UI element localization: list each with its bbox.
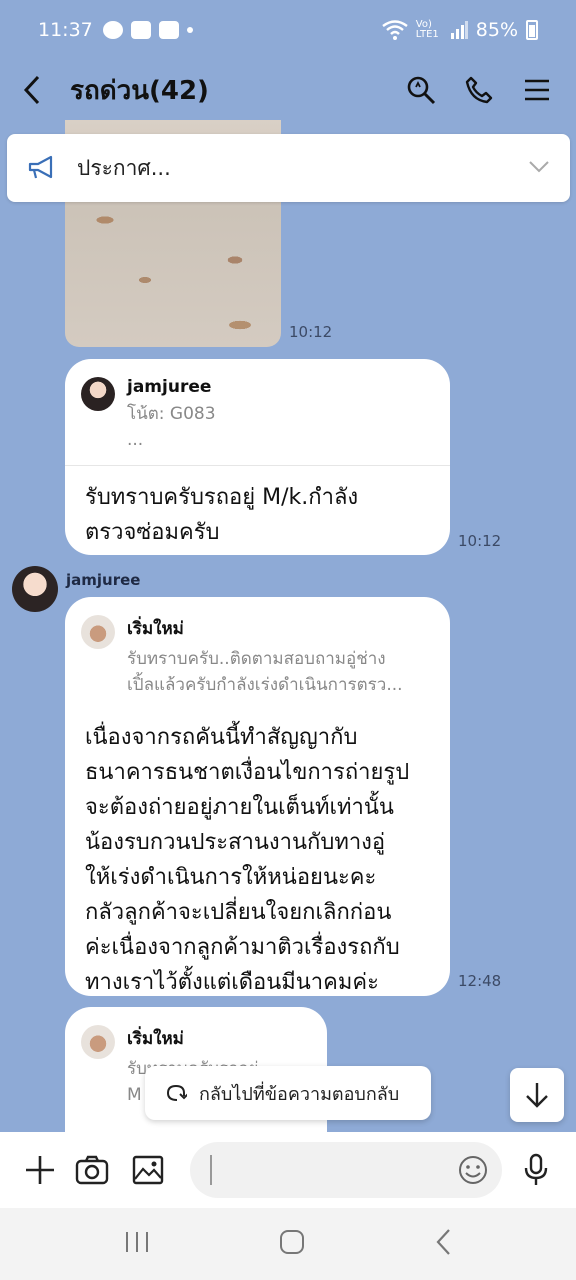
camera-icon — [75, 1155, 109, 1185]
seven-eleven-notification-icon — [158, 21, 179, 39]
microphone-icon — [524, 1153, 548, 1185]
reply-snippet: เปิ้ลแล้วครับกำลังเร่งดำเนินการตรว... — [127, 675, 403, 695]
message-time: 10:12 — [458, 532, 502, 550]
menu-button[interactable] — [520, 73, 554, 107]
home-button[interactable] — [279, 1229, 305, 1259]
message-bubble[interactable]: jamjuree โน้ต: G083 ... รับทราบครับรถอยู… — [65, 359, 450, 555]
add-button[interactable] — [20, 1150, 60, 1190]
message-input[interactable] — [210, 1155, 458, 1185]
chevron-down-icon — [529, 160, 549, 172]
avatar — [81, 1025, 115, 1059]
line-notification-icon — [102, 21, 123, 39]
network-label: Vo) LTE1 — [415, 19, 439, 40]
announcement-label: ประกาศ... — [77, 155, 171, 180]
message-text: ตรวจซ่อมครับ — [85, 520, 220, 545]
reply-snippet: ... — [127, 430, 144, 450]
sender-name: jamjuree — [66, 571, 141, 589]
recents-button[interactable] — [124, 1230, 150, 1258]
message-text: ทางเราไว้ตั้งแต่เดือนมีนาคมค่ะ — [85, 970, 379, 995]
chat-title: รถด่วน(42) — [70, 75, 209, 106]
reply-sender-name: jamjuree — [127, 377, 212, 397]
image-icon — [132, 1155, 164, 1185]
status-bar: 11:37 Vo) LTE1 85% — [0, 0, 576, 60]
search-button[interactable] — [404, 73, 438, 107]
call-button[interactable] — [462, 73, 496, 107]
plus-icon — [26, 1156, 54, 1184]
message-text: เนื่องจากรถคันนี้ทำสัญญากับ — [85, 725, 358, 750]
message-time: 10:12 — [289, 323, 333, 341]
message-text: น้องรบกวนประสานงานกับทางอู่ — [85, 830, 386, 855]
gallery-notification-icon — [130, 21, 151, 39]
camera-button[interactable] — [72, 1150, 112, 1190]
menu-icon — [525, 79, 549, 101]
battery-icon — [526, 20, 538, 40]
message-input-bar — [0, 1132, 576, 1208]
scroll-to-bottom-button[interactable] — [510, 1068, 564, 1122]
jump-to-reply-label: กลับไปที่ข้อความตอบกลับ — [199, 1083, 400, 1105]
back-button[interactable] — [22, 70, 56, 110]
home-icon — [279, 1230, 304, 1254]
battery-percent: 85% — [475, 19, 518, 41]
message-text: ให้เร่งดำเนินการให้หน่อยนะคะ — [85, 865, 377, 890]
reply-preview[interactable]: เริ่มใหม่ รับทราบครับ..ติดตามสอบถามอู่ช่… — [65, 597, 450, 698]
reply-sender-name: เริ่มใหม่ — [127, 619, 184, 639]
signal-icon — [450, 21, 468, 39]
message-text: ธนาคารธนชาตเงื่อนไขการถ่ายรูป — [85, 760, 410, 785]
arrow-down-icon — [526, 1083, 548, 1108]
jump-to-reply-button[interactable]: กลับไปที่ข้อความตอบกลับ — [145, 1066, 431, 1120]
message-text: ค่ะเนื่องจากลูกค้ามาติวเรื่องรถกับ — [85, 935, 400, 960]
back-icon — [436, 1229, 450, 1255]
sender-avatar[interactable] — [12, 566, 58, 612]
message-bubble[interactable]: เริ่มใหม่ รับทราบครับ..ติดตามสอบถามอู่ช่… — [65, 597, 450, 996]
reply-snippet: รับทราบครับ..ติดตามสอบถามอู่ช่าง — [127, 649, 386, 669]
return-arrow-icon — [166, 1084, 187, 1101]
chat-header: รถด่วน(42) — [0, 60, 576, 120]
announcement-bar[interactable]: ประกาศ... — [7, 134, 570, 202]
system-nav-bar — [0, 1208, 576, 1280]
avatar — [81, 615, 115, 649]
wifi-icon — [382, 20, 408, 40]
emoji-icon[interactable] — [458, 1155, 488, 1185]
chat-area[interactable]: 10:12 jamjuree โน้ต: G083 ... รับทราบครั… — [0, 120, 576, 1132]
message-input-container[interactable] — [190, 1142, 502, 1198]
avatar — [81, 377, 115, 411]
reply-preview[interactable]: jamjuree โน้ต: G083 ... — [65, 359, 450, 453]
message-time: 12:48 — [458, 972, 502, 990]
recents-icon — [126, 1232, 149, 1252]
system-back-button[interactable] — [434, 1228, 452, 1260]
voice-button[interactable] — [516, 1150, 556, 1190]
reply-sender-name: เริ่มใหม่ — [127, 1029, 184, 1049]
back-icon — [23, 75, 40, 105]
status-time: 11:37 — [38, 19, 93, 41]
expand-announcement-button[interactable] — [528, 159, 550, 178]
megaphone-icon — [28, 155, 53, 179]
message-text: จะต้องถ่ายอยู่ภายในเต็นท์เท่านั้น — [85, 795, 394, 820]
more-notifications-icon — [186, 27, 193, 33]
gallery-button[interactable] — [128, 1150, 168, 1190]
search-icon — [407, 76, 436, 105]
message-text: กลัวลูกค้าจะเปลี่ยนใจยกเลิกก่อน — [85, 900, 392, 925]
reply-snippet: โน้ต: G083 — [127, 404, 216, 424]
message-text: รับทราบครับรถอยู่ M/k.กำลัง — [85, 485, 359, 510]
phone-icon — [465, 76, 493, 104]
